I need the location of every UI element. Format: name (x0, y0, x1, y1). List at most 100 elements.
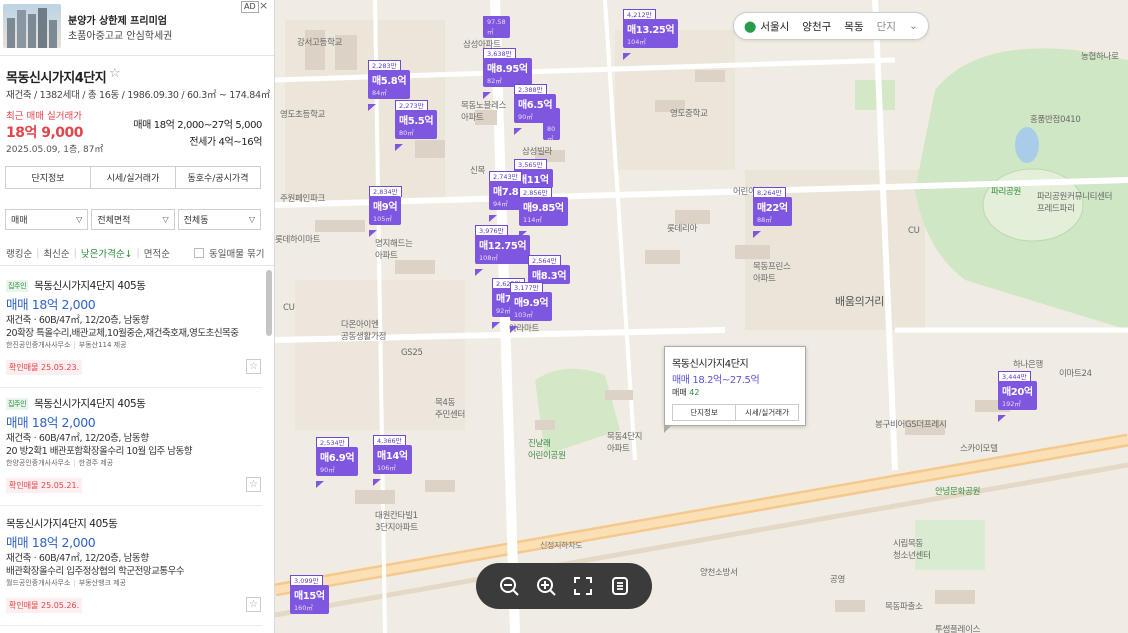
complex-panel: 분양가 상한제 프리미엄 초품아중고교 안심학세권 AD × 목동신시가지4단지… (0, 0, 275, 633)
chevron-down-icon[interactable]: ⌄ (909, 20, 918, 32)
sort-ranking[interactable]: 랭킹순 (6, 246, 32, 260)
owner-badge: 집주인 (6, 397, 29, 410)
confirm-badge: 확인매물 25.05.21. (6, 478, 83, 493)
breadcrumb-city[interactable]: 서울시 (760, 19, 789, 34)
area-select[interactable]: 전체면적 ▽ (91, 209, 175, 230)
recent-trade-date: 2025.05.09, 1층, 87㎡ (6, 145, 104, 155)
chevron-down-icon: ▽ (76, 215, 83, 224)
map-label: 양천소방서 (700, 568, 738, 578)
map-label: 대원칸타빌1 3단지아파트 (375, 511, 418, 533)
complex-popup[interactable]: 목동신시가지4단지 매매 18.2억~27.5억 매매 42 단지정보 시세/실… (664, 346, 806, 433)
map-label: 다온아이엔 공동생활가정 (341, 320, 387, 342)
listing-favorite-icon[interactable]: ☆ (246, 477, 261, 492)
zoom-out-icon[interactable] (498, 575, 520, 597)
location-pin-icon: ⬤ (744, 19, 757, 33)
map-label: 시립목동 청소년센터 (893, 539, 931, 561)
sale-price-range: 매매 18억 2,000~27억 5,000 (133, 120, 262, 131)
tab-complex-info[interactable]: 단지정보 (6, 167, 91, 188)
map-label: 명지해드는 아파트 (375, 239, 413, 261)
popup-buttons: 단지정보 시세/실거래가 (672, 404, 799, 421)
map-label: 목동파출소 (885, 602, 923, 612)
popup-price-range: 매매 18.2억~27.5억 (672, 375, 760, 386)
listing-agent: 한진공인중개사사무소 (6, 341, 71, 349)
map-label: 주원페인파크 (280, 194, 326, 204)
map-label: 파리공원커뮤니티센터 프레드파리 (1037, 192, 1113, 214)
map-label: 이마트24 (1059, 369, 1092, 379)
list-icon[interactable] (609, 575, 631, 597)
chevron-down-icon: ▽ (248, 215, 255, 224)
map-label: 파리공원 (991, 187, 1022, 197)
ad-thumbnail (3, 4, 61, 48)
confirm-badge: 확인매물 25.05.26. (6, 598, 83, 613)
region-breadcrumb: ⬤ 서울시 양천구 목동 단지 ⌄ (733, 12, 929, 40)
listing-title: 목동신시가지4단지 405동 (34, 398, 146, 410)
list-scrollbar[interactable] (266, 270, 272, 336)
map-label: 신목 (470, 166, 486, 176)
filter-row: 매매 ▽ 전체면적 ▽ 전체동 ▽ (5, 209, 261, 230)
fullscreen-icon[interactable] (572, 575, 594, 597)
tab-unit-price[interactable]: 동호수/공시가격 (176, 167, 260, 188)
listing-desc: 20 방2확1 배관포함확장올수리 10월 입주 남동향 (6, 446, 192, 457)
trade-type-select[interactable]: 매매 ▽ (5, 209, 89, 230)
listing-favorite-icon[interactable]: ☆ (246, 597, 261, 612)
listing-source: 부동산114 제공 (78, 341, 127, 349)
listing-spec: 재건축 · 60B/47㎡, 12/20층, 남동향 (6, 433, 149, 444)
listing-item[interactable]: 목동신시가지4단지 405동 매매 18억 2,000 재건축 · 60B/47… (0, 516, 262, 626)
favorite-star-icon[interactable]: ☆ (109, 66, 121, 81)
complex-tabs: 단지정보 시세/실거래가 동호수/공시가격 (5, 166, 261, 189)
popup-price-history-button[interactable]: 시세/실거래가 (736, 405, 798, 420)
map-label: GS더프레시 (905, 420, 947, 430)
listing-title: 목동신시가지4단지 405동 (6, 518, 118, 530)
map-label: 봉구비어 (875, 420, 906, 430)
map-label: 농협하나로 (1081, 52, 1119, 62)
listing-price: 매매 18억 2,000 (6, 415, 96, 430)
listing-desc: 배관확장올수리 입주정상협의 학군전망교통우수 (6, 566, 185, 577)
map-label: 안녕문화공원 (935, 487, 981, 497)
complex-name: 목동신시가지4단지 (6, 71, 107, 86)
zoom-in-icon[interactable] (535, 575, 557, 597)
listing-desc: 20확장 특올수리,배관교체,10월중순,재건축호재,영도초신목중 (6, 328, 239, 339)
breadcrumb-complex[interactable]: 단지 (877, 19, 896, 34)
ad-tag: AD (241, 1, 259, 13)
breadcrumb-dong[interactable]: 목동 (844, 19, 863, 34)
popup-complex-info-button[interactable]: 단지정보 (673, 405, 736, 420)
breadcrumb-district[interactable]: 양천구 (802, 19, 831, 34)
ad-subtitle: 초품아중고교 안심학세권 (68, 31, 173, 42)
checkbox[interactable] (193, 248, 204, 258)
ad-title: 분양가 상한제 프리미엄 (68, 16, 167, 27)
complex-info: 재건축 / 1382세대 / 총 16동 / 1986.09.30 / 60.3… (6, 90, 270, 101)
listing-agent: 월드공인중개사사무소 (6, 579, 71, 587)
listing-item[interactable]: 집주인 목동신시가지4단지 405동 매매 18억 2,000 재건축 · 60B… (0, 278, 262, 388)
map-label: CU (283, 303, 295, 313)
listing-spec: 재건축 · 60B/47㎡, 12/20층, 남동향 (6, 553, 149, 564)
map-label: CU (908, 226, 920, 236)
listing-favorite-icon[interactable]: ☆ (246, 359, 261, 374)
map-label: 홍품반점0410 (1030, 115, 1081, 125)
map-label: 목동프린스 아파트 (753, 262, 791, 284)
sort-latest[interactable]: 최신순 (43, 246, 69, 260)
group-same-listing-toggle[interactable]: 동일매물 묶기 (193, 246, 264, 260)
listing-price: 매매 18억 2,000 (6, 535, 96, 550)
map-label: 하나은행 (1013, 360, 1044, 370)
map-label: 강서고등학교 (297, 38, 343, 48)
recent-trade-label: 최근 매매 실거래가 (6, 111, 82, 122)
building-select[interactable]: 전체동 ▽ (177, 209, 261, 230)
sort-area[interactable]: 면적순 (144, 246, 170, 260)
chevron-down-icon: ▽ (162, 215, 169, 224)
listing-source: 부동산뱅크 제공 (78, 579, 127, 587)
map-label: 배움의거리 (835, 295, 885, 308)
tab-price-history[interactable]: 시세/실거래가 (91, 167, 176, 188)
map-label: 진날래 어린이공원 (528, 439, 566, 461)
map-label: 공영 (830, 575, 846, 585)
map-label: 목4동 주민센터 (435, 398, 466, 420)
listing-price: 매매 18억 2,000 (6, 297, 96, 312)
road-label: 신정지하차도 (540, 541, 583, 550)
map-view[interactable]: 강서고등학교 삼성아파트 영도초등학교 목동노블레스 아파트 삼성빌라 영도중학… (275, 0, 1128, 633)
ad-close-icon[interactable]: × (259, 0, 268, 12)
listing-item[interactable]: 집주인 목동신시가지4단지 405동 매매 18억 2,000 재건축 · 60B… (0, 396, 262, 506)
ad-banner[interactable]: 분양가 상한제 프리미엄 초품아중고교 안심학세권 AD × (0, 0, 274, 56)
sort-low-price[interactable]: 낮은가격순↓ (81, 246, 133, 260)
map-label: 목동4단지 아파트 (607, 432, 643, 454)
map-label: 롯데하이마트 (275, 235, 321, 245)
map-label: GS25 (401, 348, 423, 358)
